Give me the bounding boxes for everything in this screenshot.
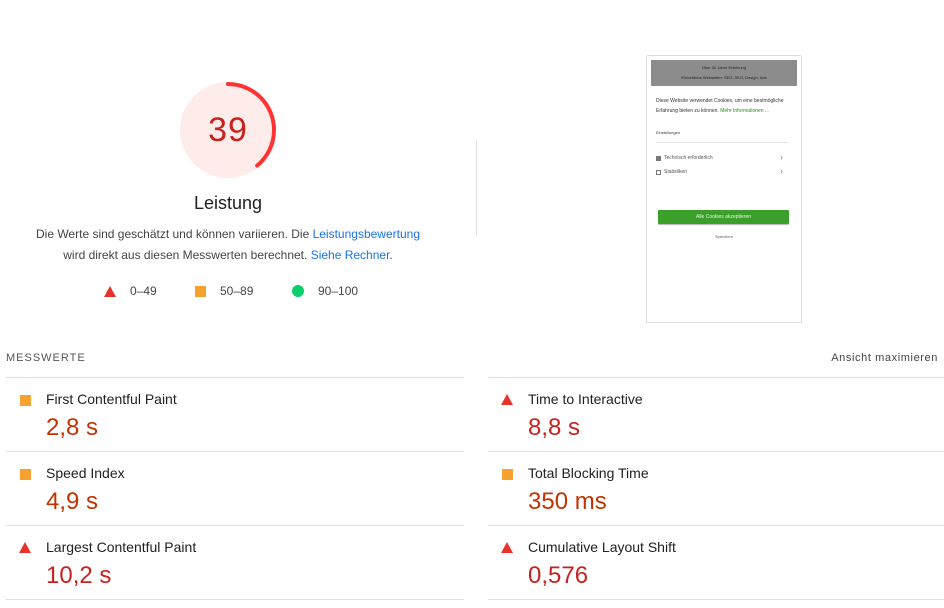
description-text-1: Die Werte sind geschätzt und können vari… xyxy=(35,227,313,241)
average-square-icon xyxy=(502,469,513,480)
pass-circle-icon xyxy=(292,285,304,297)
score-value: 39 xyxy=(208,110,248,149)
legend-pass: 90–100 xyxy=(292,284,358,298)
metric-label: First Contentful Paint xyxy=(46,391,177,407)
save-cookies-link: Speichern xyxy=(714,234,733,239)
thumbnail-header-line-1: Über 30 Jahre Erfahrung xyxy=(701,65,747,70)
expand-view-toggle[interactable]: Ansicht maximieren xyxy=(831,352,938,364)
average-square-icon xyxy=(195,285,206,297)
description-end: . xyxy=(389,248,393,262)
score-title: Leistung xyxy=(193,193,263,213)
metric-label: Speed Index xyxy=(46,465,125,481)
metric-value: 0,576 xyxy=(528,562,589,589)
metric-first-contentful-paint: First Contentful Paint 2,8 s xyxy=(6,378,461,452)
metric-total-blocking-time: Total Blocking Time 350 ms xyxy=(488,452,943,526)
metric-value: 8,8 s xyxy=(528,414,581,441)
accept-all-cookies-button: Alle Cookies akzeptieren xyxy=(658,210,789,224)
thumbnail-header-bar: Über 30 Jahre Erfahrung Einheitliche Web… xyxy=(651,60,797,86)
scoring-link[interactable]: Leistungsbewertung xyxy=(313,227,420,241)
average-square-icon xyxy=(20,395,31,406)
chevron-right-icon: › xyxy=(780,166,783,176)
cookie-banner-text: Diese Website verwendet Cookies, um eine… xyxy=(656,96,794,116)
cookie-option-statistics: Statistiken xyxy=(656,169,687,175)
fail-triangle-icon xyxy=(19,542,31,553)
metric-largest-contentful-paint: Largest Contentful Paint 10,2 s xyxy=(6,526,461,600)
chevron-right-icon: › xyxy=(780,152,783,162)
fail-triangle-icon xyxy=(501,542,513,553)
checkbox-icon xyxy=(656,169,661,175)
metrics-heading: MESSWERTE xyxy=(6,352,86,364)
checkbox-checked-icon xyxy=(656,155,661,161)
legend-average: 50–89 xyxy=(195,284,253,298)
legend-fail: 0–49 xyxy=(104,284,157,298)
calculator-link[interactable]: Siehe Rechner xyxy=(311,248,390,262)
cookie-option-statistics-label: Statistiken xyxy=(664,169,688,175)
description-text-2: wird direkt aus diesen Messwerten berech… xyxy=(63,248,311,262)
metric-label: Time to Interactive xyxy=(528,391,643,407)
vertical-divider xyxy=(476,140,477,236)
metric-cumulative-layout-shift: Cumulative Layout Shift 0,576 xyxy=(488,526,943,600)
thumbnail-header-line-2: Einheitliche Webseiten: SEO, SEO, Design… xyxy=(681,75,767,80)
metric-label: Cumulative Layout Shift xyxy=(528,539,676,555)
metric-label: Largest Contentful Paint xyxy=(46,539,197,555)
cookie-more-info-link: Mehr Informationen ... xyxy=(720,108,770,114)
metric-value: 10,2 s xyxy=(46,562,112,589)
fail-triangle-icon xyxy=(104,285,116,297)
average-square-icon xyxy=(20,469,31,480)
metric-label: Total Blocking Time xyxy=(528,465,649,481)
metric-time-to-interactive: Time to Interactive 8,8 s xyxy=(488,378,943,452)
page-screenshot-thumbnail[interactable]: Über 30 Jahre Erfahrung Einheitliche Web… xyxy=(646,55,802,323)
legend-average-label: 50–89 xyxy=(220,284,254,298)
metric-value: 2,8 s xyxy=(46,414,99,441)
legend-pass-label: 90–100 xyxy=(318,284,359,298)
fail-triangle-icon xyxy=(501,394,513,405)
cookie-option-required-label: Technisch erforderlich xyxy=(664,155,713,161)
metric-value: 4,9 s xyxy=(46,488,99,515)
cookie-option-required: Technisch erforderlich xyxy=(656,155,713,161)
cookie-settings-label: Einstellungen xyxy=(656,130,681,135)
metric-value: 350 ms xyxy=(528,488,607,515)
legend-fail-label: 0–49 xyxy=(130,284,157,298)
cookie-text-1: Diese Website verwendet Cookies, um eine xyxy=(656,98,753,104)
score-description: Die Werte sind geschätzt und können vari… xyxy=(18,224,438,266)
performance-score-gauge: 39 xyxy=(178,80,278,180)
metric-speed-index: Speed Index 4,9 s xyxy=(6,452,461,526)
cookie-divider xyxy=(656,142,788,143)
